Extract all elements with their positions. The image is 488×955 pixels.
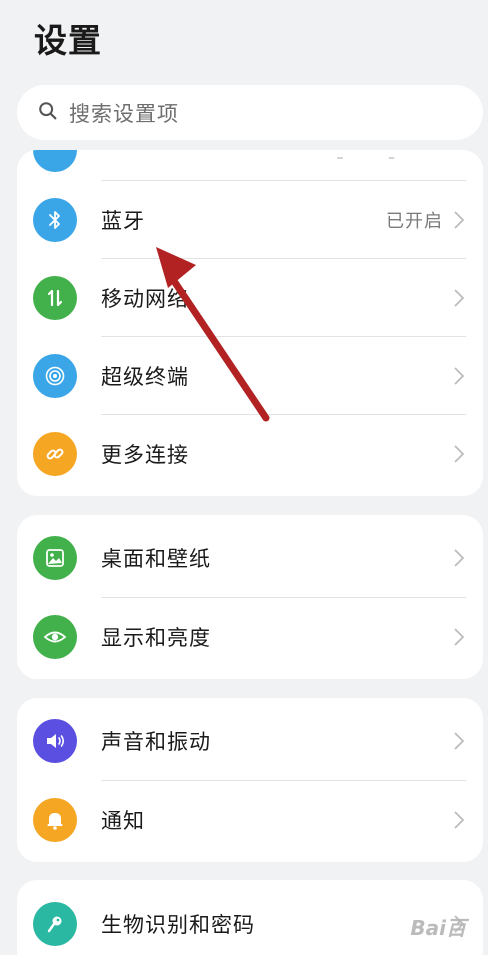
mobile-data-icon [33,276,77,320]
search-placeholder: 搜索设置项 [69,101,179,126]
chevron-right-icon [454,549,465,567]
settings-item-more-connections[interactable]: 更多连接 [17,415,483,493]
eye-icon [33,615,77,659]
search-icon [37,100,59,126]
chevron-right-icon [454,211,465,229]
bluetooth-status: 已开启 [386,211,443,232]
settings-item-label: 桌面和壁纸 [101,547,211,571]
settings-item-sound[interactable]: 声音和振动 [17,702,483,780]
partial-row-indicator: – – [336,150,415,166]
super-device-icon [33,354,77,398]
settings-item-label: 更多连接 [101,443,189,467]
settings-group-connections: – – 蓝牙 已开启 移动网络 超级终端 更多连接 [17,150,483,496]
settings-item-notifications[interactable]: 通知 [17,781,483,859]
chevron-right-icon [454,289,465,307]
bluetooth-icon [33,198,77,242]
settings-item-label: 生物识别和密码 [101,913,255,937]
partial-row-icon [33,150,77,172]
settings-group-display: 桌面和壁纸 显示和亮度 [17,515,483,679]
volume-icon [33,719,77,763]
settings-item-wallpaper[interactable]: 桌面和壁纸 [17,519,483,597]
chevron-right-icon [454,445,465,463]
chevron-right-icon [454,732,465,750]
search-bar[interactable]: 搜索设置项 [17,85,483,140]
chevron-right-icon [454,367,465,385]
key-icon [33,902,77,946]
settings-item-label: 蓝牙 [101,209,145,233]
wallpaper-icon [33,536,77,580]
page-title: 设置 [34,21,102,60]
settings-item-display[interactable]: 显示和亮度 [17,598,483,676]
settings-item-label: 超级终端 [101,365,189,389]
settings-item-bluetooth[interactable]: 蓝牙 已开启 [17,181,483,259]
link-icon [33,432,77,476]
settings-item-mobile-network[interactable]: 移动网络 [17,259,483,337]
bell-icon [33,798,77,842]
chevron-right-icon [454,811,465,829]
settings-item-label: 显示和亮度 [101,626,211,650]
settings-group-sound: 声音和振动 通知 [17,698,483,862]
settings-item-label: 移动网络 [101,287,189,311]
settings-item-label: 通知 [101,809,145,833]
settings-item-label: 声音和振动 [101,730,211,754]
settings-item-super-device[interactable]: 超级终端 [17,337,483,415]
watermark-logo: Bai百 [410,916,466,940]
chevron-right-icon [454,628,465,646]
